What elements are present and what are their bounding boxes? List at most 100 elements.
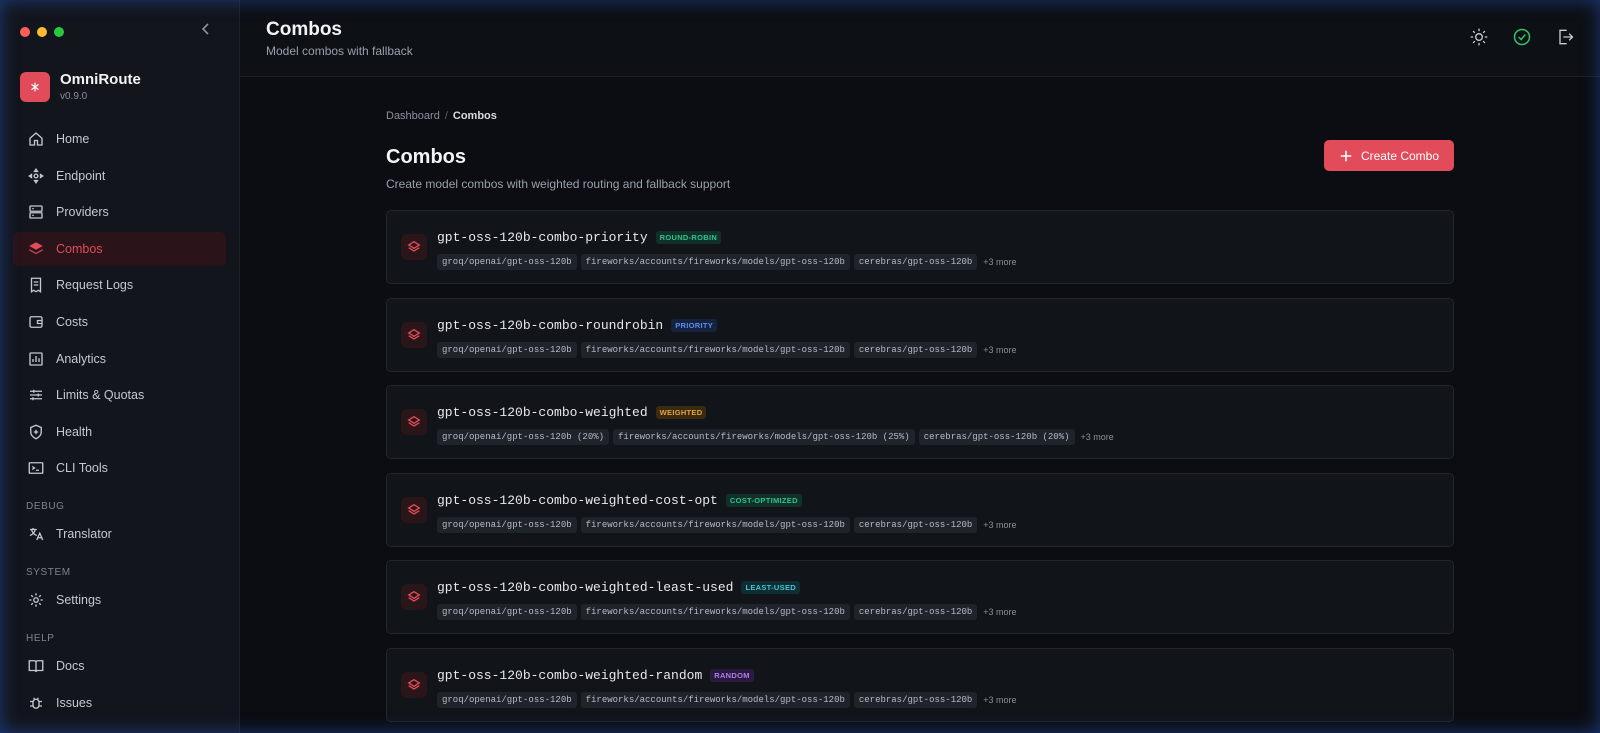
sidebar-item-label: Home <box>56 132 90 146</box>
check-circle-icon <box>1513 28 1531 46</box>
model-list: groq/openai/gpt-oss-120b fireworks/accoun… <box>437 691 1017 708</box>
gear-icon <box>29 593 43 608</box>
theme-toggle-button[interactable] <box>1468 26 1490 48</box>
sidebar-item-analytics[interactable]: Analytics <box>13 342 226 376</box>
model-chip: cerebras/gpt-oss-120b <box>853 604 978 621</box>
more-models[interactable]: +3 more <box>983 345 1016 355</box>
combo-card[interactable]: gpt-oss-120b-combo-priority ROUND-ROBIN gr… <box>386 210 1454 284</box>
combo-card[interactable]: gpt-oss-120b-combo-weighted WEIGHTED groq/… <box>386 385 1454 460</box>
header-subtitle: Model combos with fallback <box>266 44 413 58</box>
page-title: Combos <box>386 146 466 168</box>
model-chip: cerebras/gpt-oss-120b <box>853 254 978 270</box>
sidebar-item-providers[interactable]: Providers <box>13 195 226 229</box>
nav-section-debug: DEBUG <box>26 501 65 513</box>
model-chip: groq/openai/gpt-oss-120b (20%) <box>437 429 610 446</box>
combo-card[interactable]: gpt-oss-120b-combo-weighted-least-used LE… <box>386 560 1454 635</box>
shield-icon <box>30 424 42 440</box>
sidebar-item-endpoint[interactable]: Endpoint <box>13 159 226 193</box>
sidebar-item-label: Limits & Quotas <box>56 388 145 403</box>
model-chip: fireworks/accounts/fireworks/models/gpt-… <box>580 341 850 358</box>
sidebar-item-health[interactable]: Health <box>13 415 226 449</box>
sidebar-item-limits-quotas[interactable]: Limits & Quotas <box>13 378 226 412</box>
server-icon <box>29 205 43 219</box>
top-header: Combos Model combos with fallback <box>240 0 1600 77</box>
sun-icon <box>1470 28 1488 46</box>
sidebar-item-label: Providers <box>56 205 109 220</box>
strategy-badge: PRIORITY <box>671 318 718 332</box>
strategy-badge: ROUND-ROBIN <box>655 231 722 244</box>
logout-button[interactable] <box>1554 26 1576 48</box>
model-list: groq/openai/gpt-oss-120b fireworks/accoun… <box>437 516 1017 533</box>
more-models[interactable]: +3 more <box>983 257 1016 267</box>
model-list: groq/openai/gpt-oss-120b (20%) fireworks/… <box>437 429 1114 446</box>
receipt-icon <box>30 277 42 294</box>
bug-icon <box>30 697 42 709</box>
page-subtitle: Create model combos with weighted routin… <box>386 177 731 191</box>
sidebar-item-translator[interactable]: Translator <box>13 517 226 551</box>
logo-icon <box>20 71 50 102</box>
sidebar-item-docs[interactable]: Docs <box>13 649 226 683</box>
app-version: v0.9.0 <box>60 91 88 102</box>
layers-icon <box>401 234 427 260</box>
model-chip: groq/openai/gpt-oss-120b <box>437 691 577 708</box>
status-button[interactable] <box>1511 26 1533 48</box>
layers-icon <box>401 409 427 436</box>
breadcrumb-dashboard[interactable]: Dashboard <box>386 110 440 122</box>
strategy-badge: RANDOM <box>710 668 754 682</box>
model-chip: groq/openai/gpt-oss-120b <box>437 516 577 533</box>
model-chip: fireworks/accounts/fireworks/models/gpt-… <box>580 254 850 270</box>
translate-icon <box>29 528 44 541</box>
sidebar-item-label: Settings <box>56 593 102 608</box>
sidebar: OmniRoute v0.9.0 Home Endpoint Providers… <box>0 0 240 733</box>
brand: OmniRoute v0.9.0 <box>20 71 141 102</box>
endpoint-icon <box>28 167 44 184</box>
combo-card[interactable]: gpt-oss-120b-combo-weighted-random RANDOM… <box>386 647 1454 722</box>
breadcrumb: Dashboard / Combos <box>386 110 497 122</box>
sidebar-item-settings[interactable]: Settings <box>13 583 226 617</box>
sidebar-item-request-logs[interactable]: Request Logs <box>13 268 226 302</box>
combo-name: gpt-oss-120b-combo-roundrobin <box>437 317 664 333</box>
sidebar-item-costs[interactable]: Costs <box>13 305 226 339</box>
sidebar-item-home[interactable]: Home <box>13 122 226 156</box>
maximize-window-button[interactable] <box>54 27 64 37</box>
model-chip: cerebras/gpt-oss-120b <box>853 516 978 533</box>
model-chip: cerebras/gpt-oss-120b <box>853 341 978 358</box>
sidebar-item-label: Request Logs <box>56 278 134 293</box>
model-chip: cerebras/gpt-oss-120b (20%) <box>918 429 1075 446</box>
combo-name: gpt-oss-120b-combo-priority <box>437 230 648 245</box>
header-title: Combos <box>266 19 342 40</box>
strategy-badge: LEAST-USED <box>741 581 800 595</box>
model-chip: cerebras/gpt-oss-120b <box>853 691 978 708</box>
more-models[interactable]: +3 more <box>1081 432 1114 442</box>
more-models[interactable]: +3 more <box>983 695 1016 705</box>
sidebar-item-combos[interactable]: Combos <box>13 231 226 266</box>
model-chip: fireworks/accounts/fireworks/models/gpt-… <box>613 429 915 446</box>
sidebar-item-issues[interactable]: Issues <box>13 686 226 720</box>
combo-name: gpt-oss-120b-combo-weighted <box>437 405 648 421</box>
create-combo-label: Create Combo <box>1360 148 1440 163</box>
model-chip: groq/openai/gpt-oss-120b <box>437 341 577 358</box>
sidebar-item-label: Issues <box>56 695 93 710</box>
model-list: groq/openai/gpt-oss-120b fireworks/accoun… <box>437 604 1017 621</box>
nav-section-help: HELP <box>26 633 55 645</box>
chevron-left-icon[interactable] <box>198 20 214 38</box>
sidebar-item-label: Health <box>56 424 93 439</box>
strategy-badge: WEIGHTED <box>655 406 707 420</box>
sidebar-item-cli-tools[interactable]: CLI Tools <box>13 451 226 485</box>
minimize-window-button[interactable] <box>37 27 47 37</box>
plus-icon <box>1340 150 1352 161</box>
sidebar-item-label: Costs <box>56 314 88 329</box>
close-window-button[interactable] <box>20 27 30 37</box>
chart-icon <box>29 351 43 366</box>
create-combo-button[interactable]: Create Combo <box>1324 140 1454 171</box>
combo-list: gpt-oss-120b-combo-priority ROUND-ROBIN gr… <box>386 210 1454 722</box>
model-list: groq/openai/gpt-oss-120b fireworks/accoun… <box>437 254 1017 270</box>
combo-card[interactable]: gpt-oss-120b-combo-weighted-cost-opt COST… <box>386 472 1454 547</box>
combo-name: gpt-oss-120b-combo-weighted-cost-opt <box>437 492 718 508</box>
more-models[interactable]: +3 more <box>983 607 1016 617</box>
model-list: groq/openai/gpt-oss-120b fireworks/accoun… <box>437 341 1017 358</box>
combo-card[interactable]: gpt-oss-120b-combo-roundrobin PRIORITY gro… <box>386 297 1454 372</box>
main-content: Dashboard / Combos Combos Create model com… <box>386 110 1454 733</box>
sidebar-item-label: Analytics <box>56 351 107 366</box>
more-models[interactable]: +3 more <box>983 520 1016 530</box>
